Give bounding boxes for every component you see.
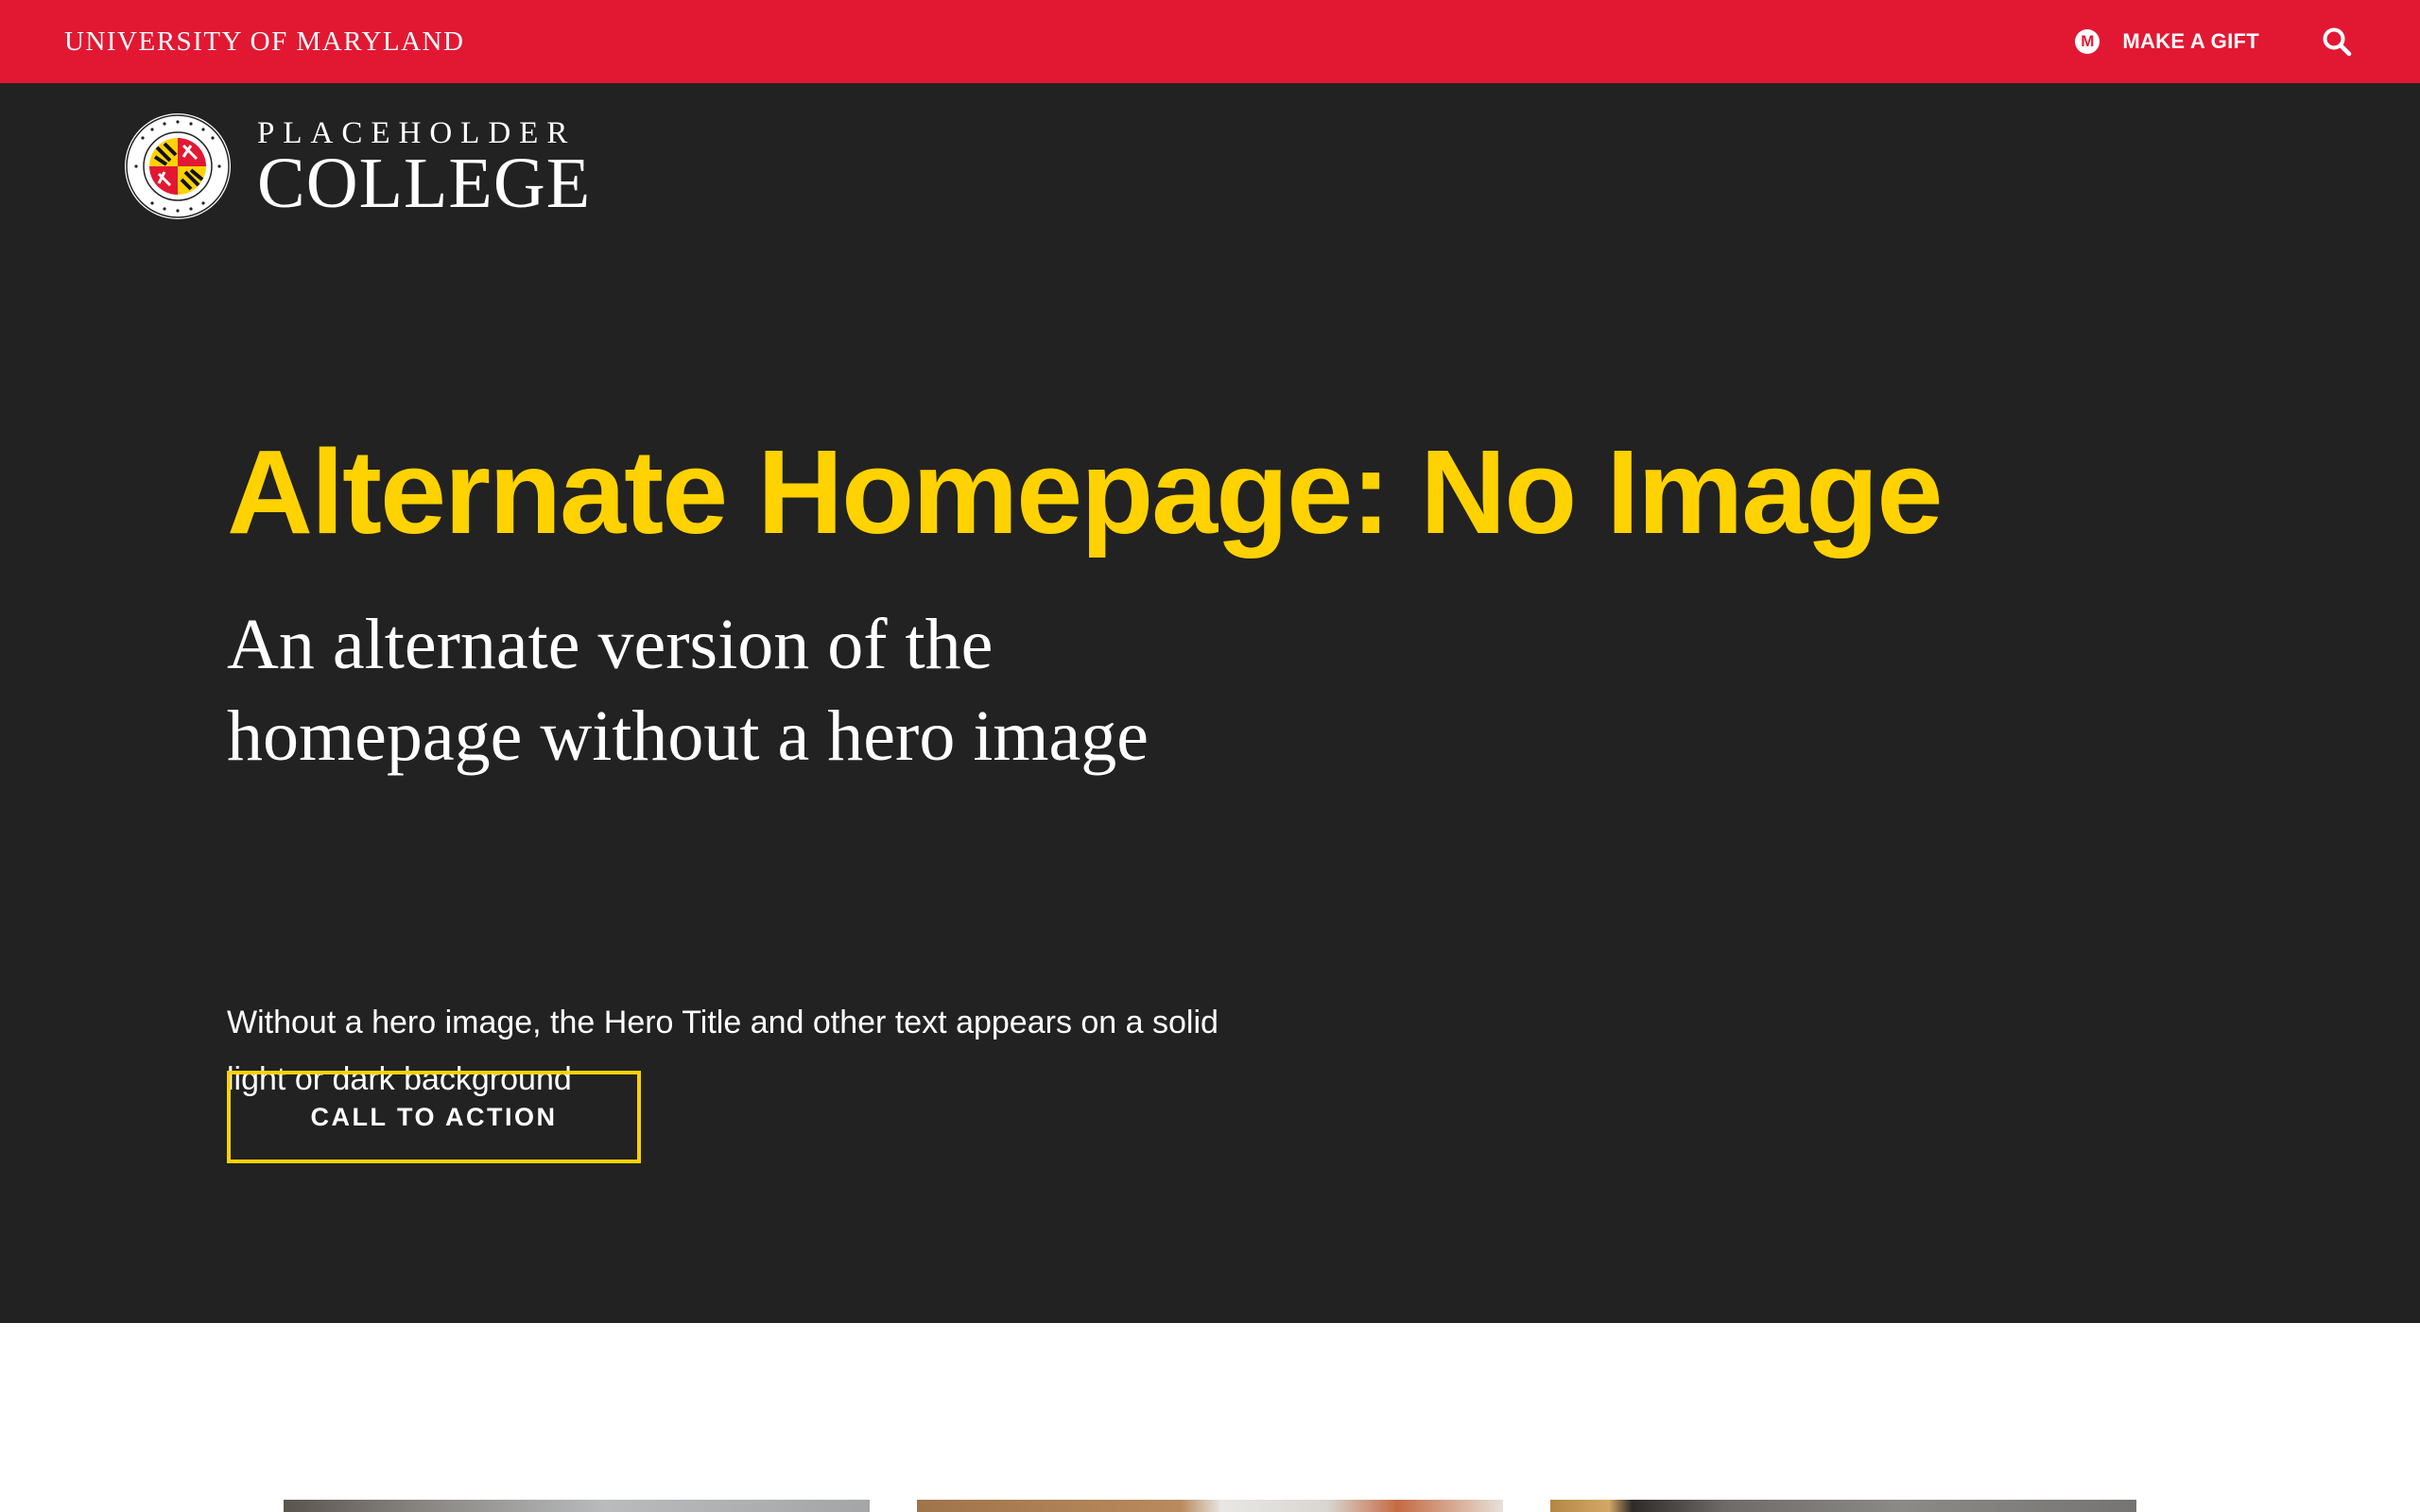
card-image[interactable] <box>284 1500 870 1512</box>
cards-section <box>0 1323 2420 1512</box>
call-to-action-button[interactable]: CALL TO ACTION <box>227 1071 641 1163</box>
college-logo-link[interactable]: PLACEHOLDER COLLEGE <box>123 112 591 221</box>
hero-title: Alternate Homepage: No Image <box>227 425 1943 558</box>
umd-m-icon: M <box>2075 29 2100 54</box>
hero-section: PLACEHOLDER COLLEGE Alternate Homepage: … <box>0 83 2420 1323</box>
search-button[interactable] <box>2318 23 2356 60</box>
college-name-bottom: COLLEGE <box>257 144 592 223</box>
umd-seal-icon <box>125 113 231 219</box>
hero-subtitle: An alternate version of the homepage wit… <box>227 605 1150 776</box>
search-icon <box>2323 27 2352 57</box>
card-image[interactable] <box>917 1500 1503 1512</box>
make-a-gift-label: MAKE A GIFT <box>2122 29 2259 53</box>
college-name: PLACEHOLDER COLLEGE <box>257 116 592 223</box>
make-a-gift-link[interactable]: M MAKE A GIFT <box>2075 29 2259 54</box>
card-image[interactable] <box>1550 1500 2136 1512</box>
utility-actions: M MAKE A GIFT <box>2075 23 2356 60</box>
utility-bar: UNIVERSITY OF MARYLAND M MAKE A GIFT <box>0 0 2420 83</box>
umd-wordmark-link[interactable]: UNIVERSITY OF MARYLAND <box>64 26 464 58</box>
